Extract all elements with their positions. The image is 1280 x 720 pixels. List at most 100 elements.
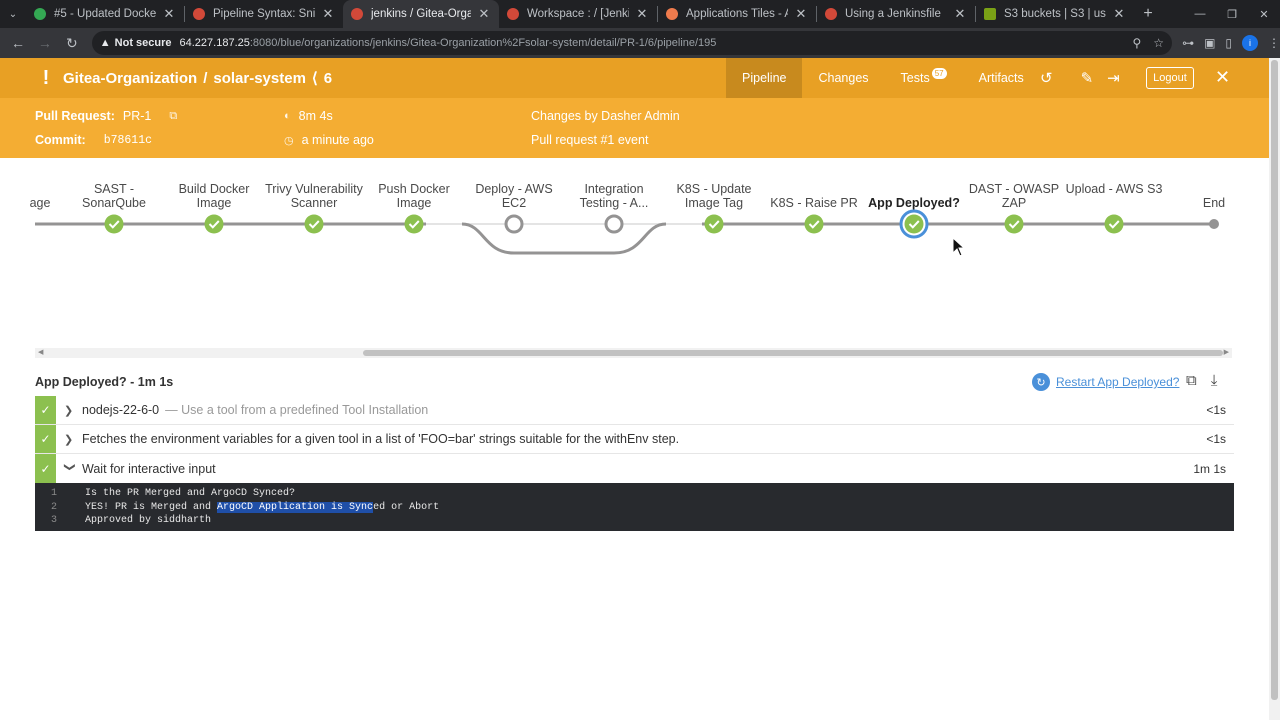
window-controls: — ❐ ✕ [1184,0,1280,28]
browser-tab[interactable]: S3 buckets | S3 | us-east-2 ✕ [976,0,1134,28]
stage-node-success[interactable] [1004,214,1024,234]
close-tab-icon[interactable]: ✕ [321,6,335,22]
zoom-icon[interactable]: ⚲ [1133,36,1142,50]
browser-tab[interactable]: Workspace : / [Jenkins] ✕ [499,0,657,28]
security-label[interactable]: Not secure [115,37,172,49]
tab-artifacts[interactable]: Artifacts [963,58,1040,98]
stage-label[interactable]: Deploy - AWS EC2 [464,182,564,210]
profile-avatar[interactable]: i [1242,35,1259,51]
scroll-left-icon[interactable]: ◀ [38,348,43,356]
sidebar-icon[interactable]: ▯ [1225,36,1232,50]
minimize-icon[interactable]: — [1184,0,1216,28]
stage-node-skipped[interactable] [604,214,624,234]
commit-value: b78611c [103,133,153,147]
success-circle [1004,214,1024,234]
download-icon[interactable]: ⤓ [1211,372,1218,389]
stage-label[interactable]: End [1164,196,1264,210]
stage-node-success[interactable] [404,214,424,234]
close-tab-icon[interactable]: ✕ [794,6,808,22]
page-scrollbar[interactable] [1269,58,1280,720]
browser-menu-icon[interactable]: ⋮ [1268,36,1280,50]
repo-link[interactable]: solar-system [213,70,306,87]
new-tab-icon[interactable]: + [1134,0,1162,28]
edit-pencil-icon[interactable]: ✎ [1081,69,1094,87]
tab-search-icon[interactable]: ⌄ [0,0,26,28]
tests-count-badge: 57 [931,67,947,79]
extension-icon[interactable]: ⊶ [1182,36,1194,50]
close-tab-icon[interactable]: ✕ [635,6,649,22]
bookmark-star-icon[interactable]: ☆ [1153,36,1164,50]
stage-label[interactable]: App Deployed? [864,196,964,210]
restart-stage-button[interactable]: ↻ Restart App Deployed? [1032,373,1179,391]
stage-node-success[interactable] [304,214,324,234]
stage-node-end[interactable] [1209,219,1219,229]
step-name: Fetches the environment variables for a … [82,432,680,446]
started-time: a minute ago [301,133,374,147]
stage-node-success[interactable] [804,214,824,234]
stage-node-success[interactable] [204,214,224,234]
previous-run-icon[interactable]: ⟨ [312,69,318,87]
step-duration: 1m 1s [1193,461,1226,476]
chevron-right-icon: ❯ [64,433,74,446]
scroll-right-icon[interactable]: ▶ [1224,348,1229,356]
stage-node-selected[interactable] [899,209,929,239]
browser-tab[interactable]: Using a Jenkinsfile ✕ [817,0,975,28]
step-row[interactable]: ✓ ❯ nodejs-22-6-0 — Use a tool from a pr… [35,396,1234,425]
step-row[interactable]: ✓ ❯ Wait for interactive input 1m 1s [35,454,1234,483]
window-close-icon[interactable]: ✕ [1248,0,1280,28]
stage-node-success[interactable] [104,214,124,234]
back-icon[interactable]: ← [6,31,30,55]
browser-tab-active[interactable]: jenkins / Gitea-Organization/so ✕ [343,0,499,28]
close-icon[interactable]: ✕ [1215,67,1230,88]
forward-icon[interactable]: → [33,31,57,55]
logout-button[interactable]: Logout [1146,67,1194,89]
tab-changes[interactable]: Changes [802,58,884,98]
address-bar[interactable]: ▲ Not secure 64.227.187.25 :8080/blue/or… [91,31,1173,55]
browser-tab[interactable]: #5 - Updated Docker Image - s ✕ [26,0,184,28]
puzzle-icon[interactable]: ▣ [1204,36,1215,50]
stage-label[interactable]: Push Docker Image [364,182,464,210]
stage-label[interactable]: Upload - AWS S3 [1064,182,1164,196]
warning-icon[interactable]: ▲ [100,37,111,49]
step-description: — Use a tool from a predefined Tool Inst… [165,403,429,417]
tab-pipeline[interactable]: Pipeline [726,58,803,98]
stage-label[interactable]: Integration Testing - A... [564,182,664,210]
stage-label[interactable]: K8S - Raise PR [764,196,864,210]
duration: 8m 4s [298,109,333,123]
tab-favicon-icon [666,8,678,20]
close-tab-icon[interactable]: ✕ [953,6,967,22]
run-tabs: Pipeline Changes Tests 57 Artifacts [726,58,1040,98]
tab-tests[interactable]: Tests 57 [885,58,963,98]
step-log[interactable]: 1 Is the PR Merged and ArgoCD Synced? 2 … [35,483,1234,531]
stage-label[interactable]: Trivy Vulnerability Scanner [264,182,364,210]
check-icon: ✓ [35,454,56,483]
mouse-cursor-icon [952,237,966,257]
external-link-icon[interactable]: ⧉ [169,110,177,123]
reload-icon[interactable]: ↻ [60,31,84,55]
stage-label[interactable]: Build Docker Image [164,182,264,210]
close-tab-icon[interactable]: ✕ [162,6,176,22]
open-external-icon[interactable]: ⧉ [1186,372,1197,389]
browser-tab[interactable]: Applications Tiles - Argo CD ✕ [658,0,816,28]
stage-node-success[interactable] [704,214,724,234]
graph-scrollbar[interactable]: ◀ ▶ [35,348,1232,358]
restore-icon[interactable]: ❐ [1216,0,1248,28]
run-header: ! Gitea-Organization / solar-system ⟨ 6 … [0,58,1269,98]
stage-label[interactable]: K8S - Update Image Tag [664,182,764,210]
pr-value[interactable]: PR-1 [123,109,151,123]
step-duration: <1s [1206,403,1226,417]
close-tab-icon[interactable]: ✕ [1112,6,1126,22]
close-tab-icon[interactable]: ✕ [477,6,491,22]
stage-label[interactable]: DAST - OWASP ZAP [964,182,1064,210]
tab-favicon-icon [825,8,837,20]
org-link[interactable]: Gitea-Organization [63,70,197,87]
run-number: 6 [323,69,333,87]
step-row[interactable]: ✓ ❯ Fetches the environment variables fo… [35,425,1234,454]
stage-label[interactable]: age [10,196,70,210]
stage-node-success[interactable] [1104,214,1124,234]
rerun-icon[interactable]: ↺ [1040,69,1053,87]
classic-view-icon[interactable]: ⇥ [1107,69,1120,87]
browser-tab[interactable]: Pipeline Syntax: Snippet Genera ✕ [185,0,343,28]
stage-label[interactable]: SAST - SonarQube [64,182,164,210]
stage-node-skipped[interactable] [504,214,524,234]
